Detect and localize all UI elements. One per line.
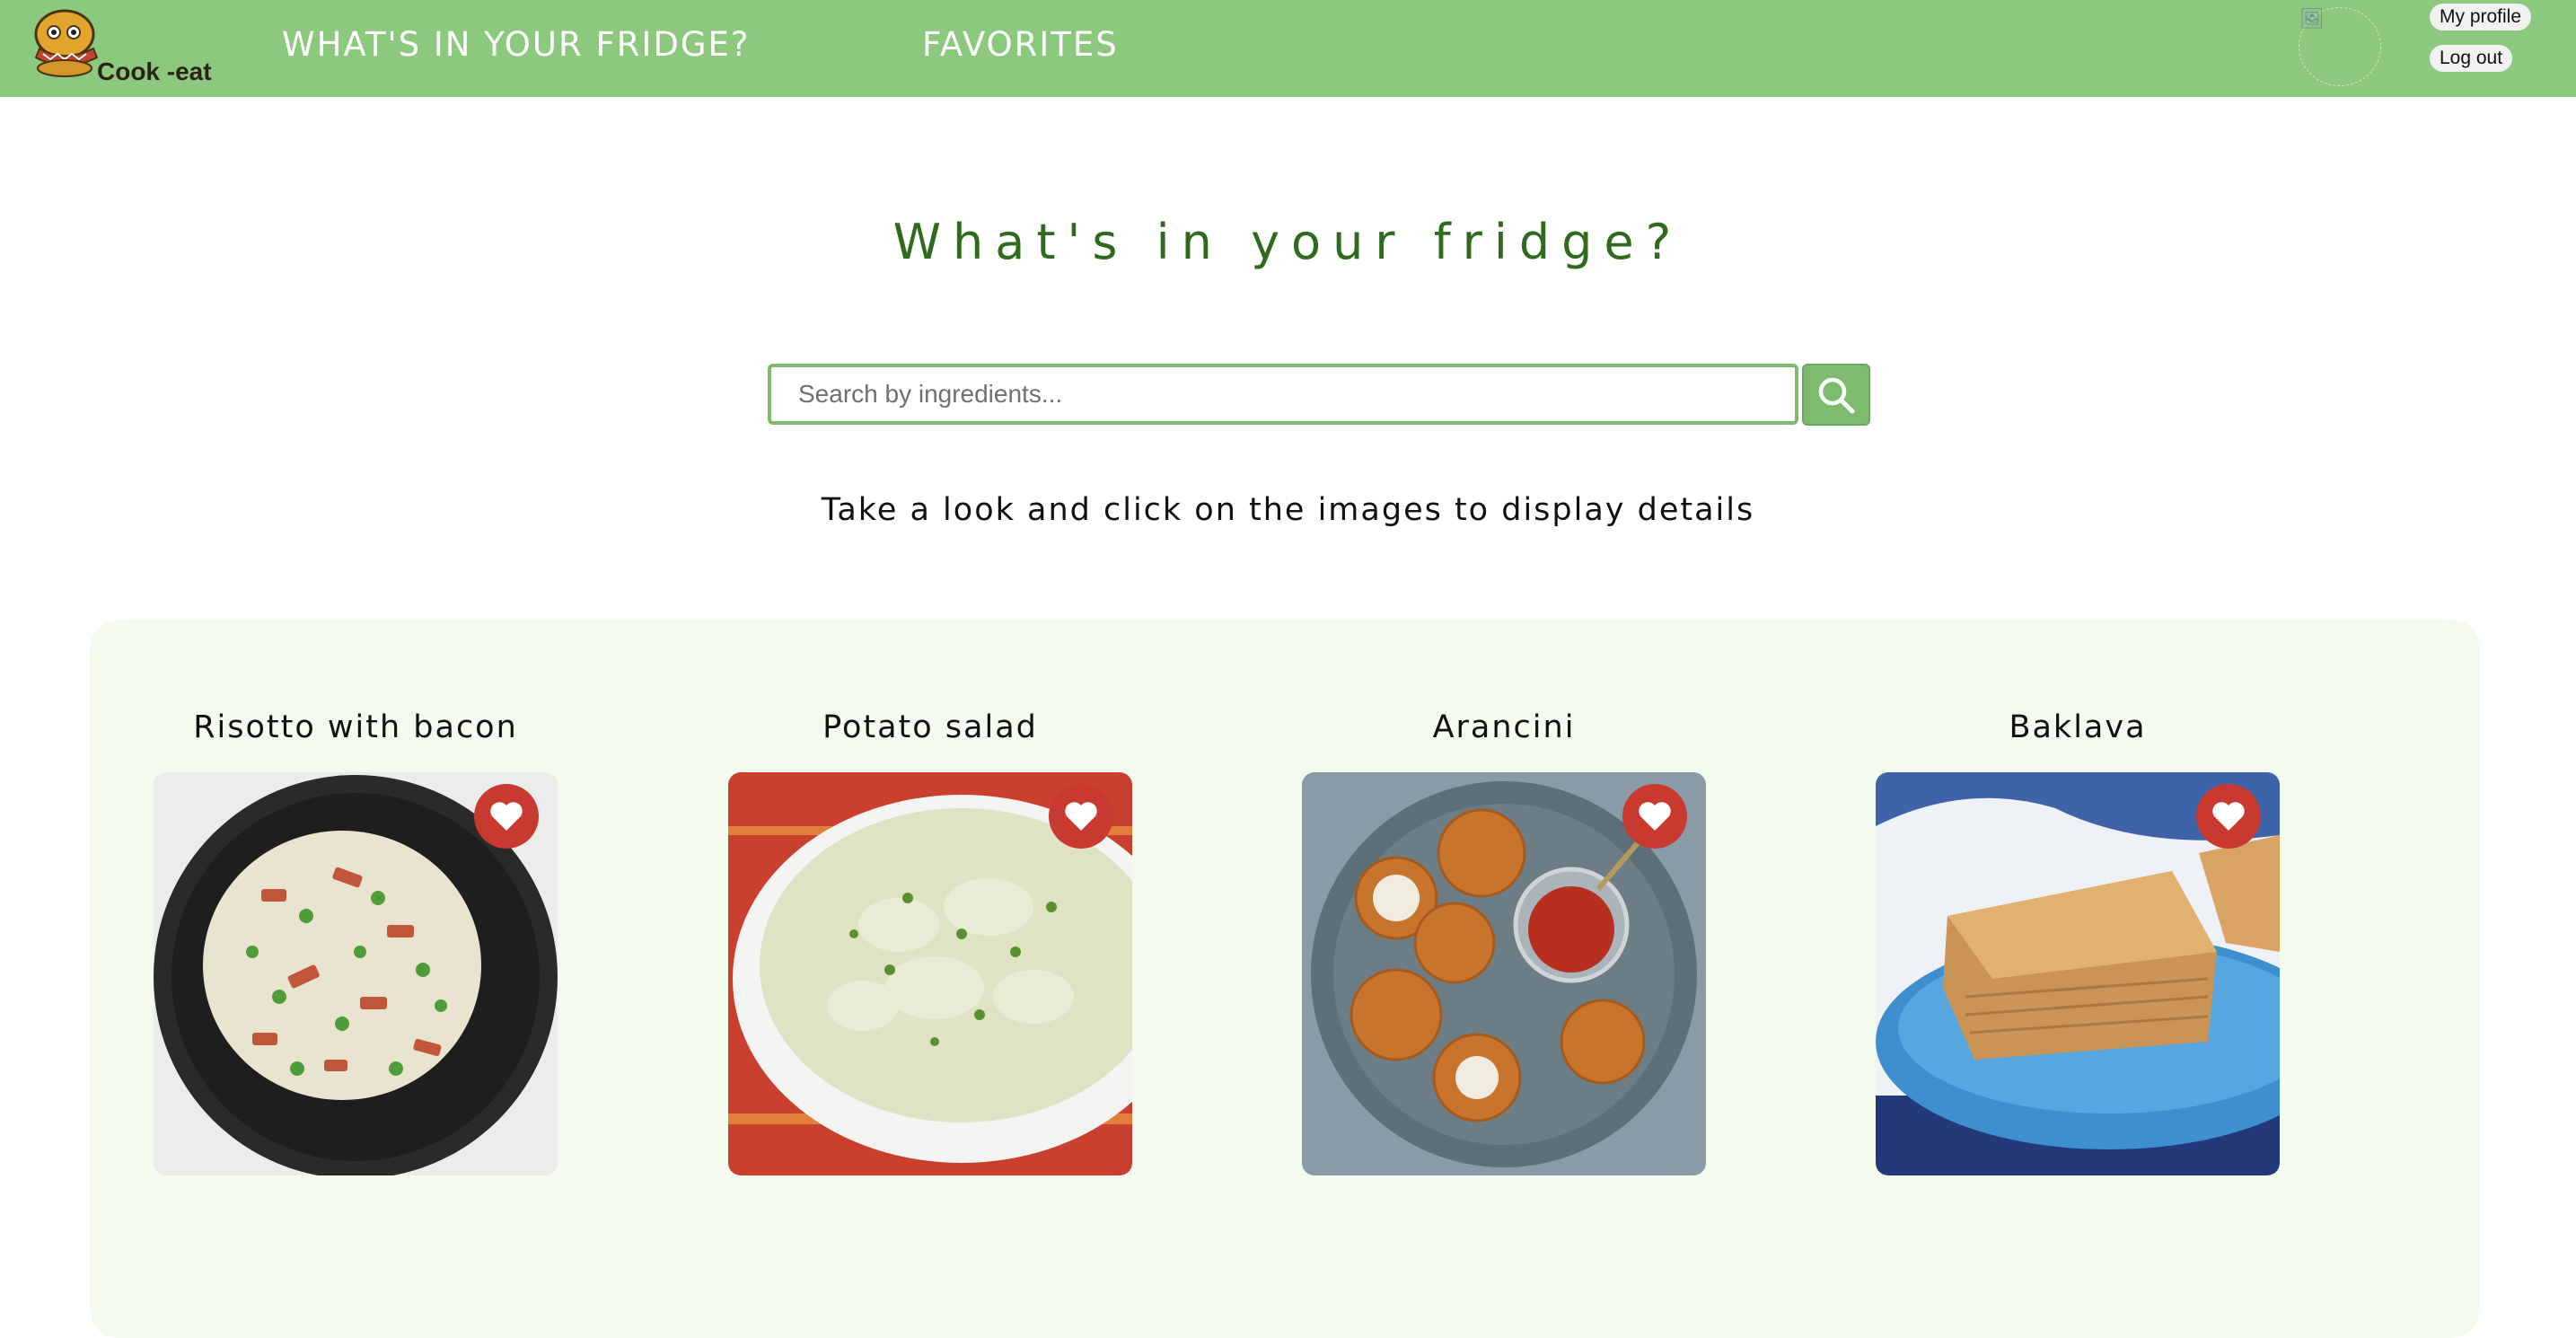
recipe-title: Baklava	[2009, 709, 2147, 745]
heart-icon	[1639, 802, 1671, 831]
search-icon	[1818, 377, 1855, 413]
navbar: Cook -eat WHAT'S IN YOUR FRIDGE? FAVORIT…	[0, 0, 2576, 97]
my-profile-button[interactable]: My profile	[2430, 4, 2532, 31]
avatar[interactable]: 🖼	[2299, 7, 2381, 86]
favorite-button[interactable]	[1622, 784, 1687, 849]
nav-link-fridge[interactable]: WHAT'S IN YOUR FRIDGE?	[282, 25, 751, 64]
brand-logo[interactable]: Cook -eat	[34, 7, 214, 88]
recipe-title: Potato salad	[822, 709, 1038, 745]
broken-image-icon: 🖼	[2299, 8, 2325, 31]
heart-icon	[490, 802, 523, 831]
recipe-grid: Risotto with bacon Potato salad Arancini…	[90, 620, 2480, 1338]
burger-mascot-icon	[34, 9, 99, 77]
page-subtitle: Take a look and click on the images to d…	[821, 492, 1755, 528]
favorite-button[interactable]	[1049, 784, 1113, 849]
brand-name: Cook -eat	[97, 57, 212, 85]
recipe-title: Risotto with bacon	[193, 709, 518, 745]
page-title: What's in your fridge?	[892, 214, 1684, 270]
search-button[interactable]	[1802, 364, 1870, 426]
favorite-button[interactable]	[2196, 784, 2261, 849]
favorite-button[interactable]	[474, 784, 539, 849]
nav-link-favorites[interactable]: FAVORITES	[922, 25, 1119, 64]
recipe-title: Arancini	[1432, 709, 1576, 745]
logout-button[interactable]: Log out	[2430, 45, 2513, 72]
heart-icon	[2212, 802, 2245, 831]
heart-icon	[1065, 802, 1097, 831]
search-input[interactable]	[768, 364, 1798, 425]
